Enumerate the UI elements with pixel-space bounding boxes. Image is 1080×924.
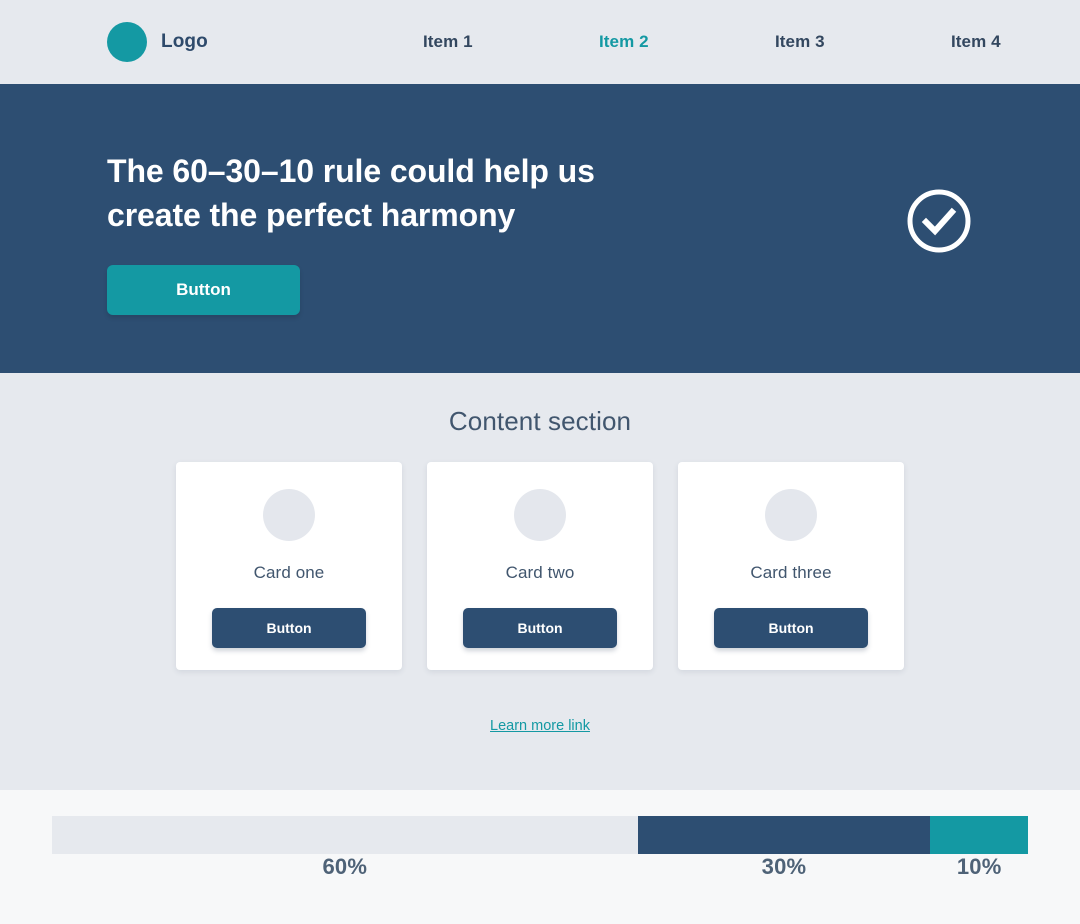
nav-item-1[interactable]: Item 1 — [360, 32, 536, 52]
ratio-bar — [52, 816, 1028, 854]
logo-label: Logo — [161, 31, 208, 52]
nav-item-2[interactable]: Item 2 — [536, 32, 712, 52]
card-item[interactable]: Card three Button — [678, 462, 904, 670]
card-button[interactable]: Button — [714, 608, 868, 648]
ratio-label-primary: 60% — [322, 854, 368, 879]
ratio-segment-accent — [930, 816, 1028, 854]
ratio-segment-primary — [52, 816, 638, 854]
card-button[interactable]: Button — [463, 608, 617, 648]
hero-content: The 60–30–10 rule could help us create t… — [107, 84, 647, 316]
card-title: Card three — [750, 563, 832, 582]
card-title: Card one — [253, 563, 325, 582]
card-list: Card one Button Card two Button Card thr… — [176, 462, 904, 670]
hero-title: The 60–30–10 rule could help us create t… — [107, 153, 595, 233]
ratio-label-row: 60% 30% 10% — [52, 854, 1028, 894]
ratio-label-secondary: 30% — [761, 854, 807, 879]
card-title: Card two — [505, 563, 575, 582]
card-item[interactable]: Card one Button — [176, 462, 402, 670]
placeholder-circle-icon — [514, 489, 566, 541]
ratio-segment-secondary — [637, 816, 931, 854]
circle-logo-icon — [107, 22, 147, 62]
brand[interactable]: Logo — [107, 22, 208, 62]
nav-item-4[interactable]: Item 4 — [888, 32, 1064, 52]
placeholder-circle-icon — [765, 489, 817, 541]
card-item[interactable]: Card two Button — [427, 462, 653, 670]
content-section: Content section Card one Button Card two… — [0, 373, 1080, 790]
main-nav: Item 1 Item 2 Item 3 Item 4 — [360, 32, 1064, 52]
hero-cta-button[interactable]: Button — [107, 265, 300, 316]
learn-more-link[interactable]: Learn more link — [490, 718, 590, 734]
nav-item-3[interactable]: Item 3 — [712, 32, 888, 52]
ratio-label-accent: 10% — [956, 854, 1002, 879]
page-root: Logo Item 1 Item 2 Item 3 Item 4 The 60–… — [0, 0, 1080, 924]
placeholder-circle-icon — [263, 489, 315, 541]
footer-section: 60% 30% 10% — [0, 790, 1080, 924]
hero-section: The 60–30–10 rule could help us create t… — [0, 84, 1080, 373]
top-navbar: Logo Item 1 Item 2 Item 3 Item 4 — [0, 0, 1080, 84]
card-button[interactable]: Button — [212, 608, 366, 648]
check-circle-icon — [905, 187, 973, 255]
content-section-title: Content section — [448, 406, 632, 436]
